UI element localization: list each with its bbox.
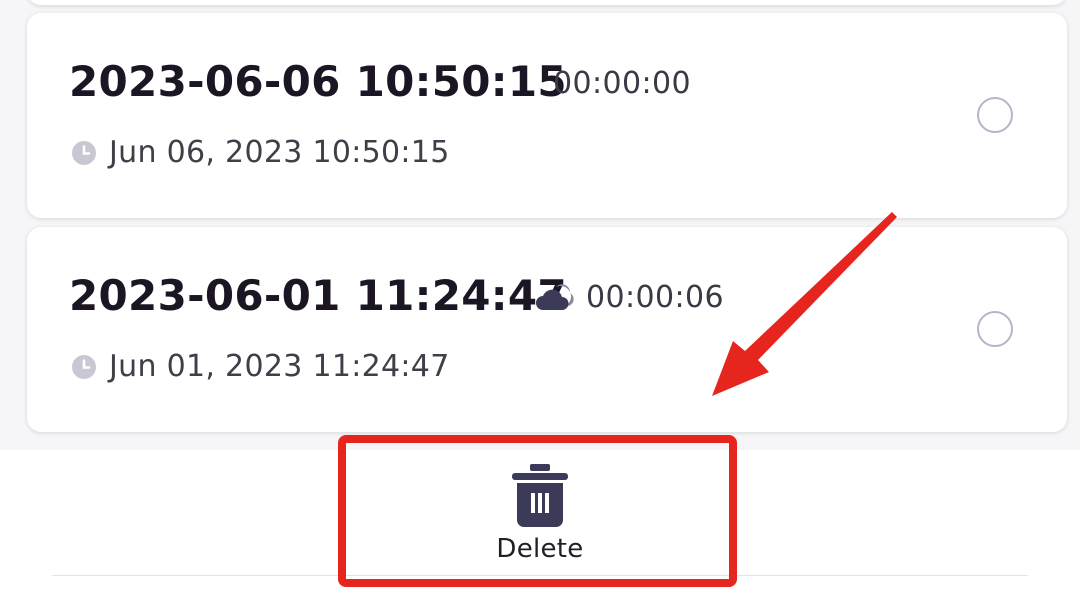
clock-icon <box>72 354 96 379</box>
recording-duration: 00:00:00 <box>553 66 691 101</box>
recording-title: 2023-06-01 11:24:47 <box>69 271 567 320</box>
recording-date: Jun 06, 2023 10:50:15 <box>109 135 450 170</box>
list-item[interactable]: 2023-06-01 11:24:47 00:00:06 Jun 01, 202… <box>27 227 1067 432</box>
divider <box>52 575 1028 576</box>
list-item[interactable]: 2023-06-06 10:50:15 00:00:00 Jun 06, 202… <box>27 13 1067 218</box>
select-radio[interactable] <box>977 311 1013 347</box>
recording-date-row: Jun 01, 2023 11:24:47 <box>71 349 450 384</box>
delete-button[interactable]: Delete <box>470 460 610 572</box>
bottom-toolbar: Delete <box>0 450 1080 592</box>
select-radio[interactable] <box>977 97 1013 133</box>
recordings-list: 2023-06-06 10:50:15 00:00:00 Jun 06, 202… <box>0 0 1080 450</box>
clock-icon <box>72 140 96 165</box>
recording-duration: 00:00:06 <box>586 280 724 315</box>
recording-date: Jun 01, 2023 11:24:47 <box>109 349 450 384</box>
cloud-icon <box>536 283 574 310</box>
recording-title: 2023-06-06 10:50:15 <box>69 57 567 106</box>
delete-label: Delete <box>496 534 584 564</box>
duration-group: 00:00:00 <box>553 66 691 101</box>
list-item-previous[interactable] <box>27 0 1067 5</box>
recording-date-row: Jun 06, 2023 10:50:15 <box>71 135 450 170</box>
duration-group: 00:00:06 <box>534 280 724 315</box>
trash-icon <box>512 464 568 527</box>
